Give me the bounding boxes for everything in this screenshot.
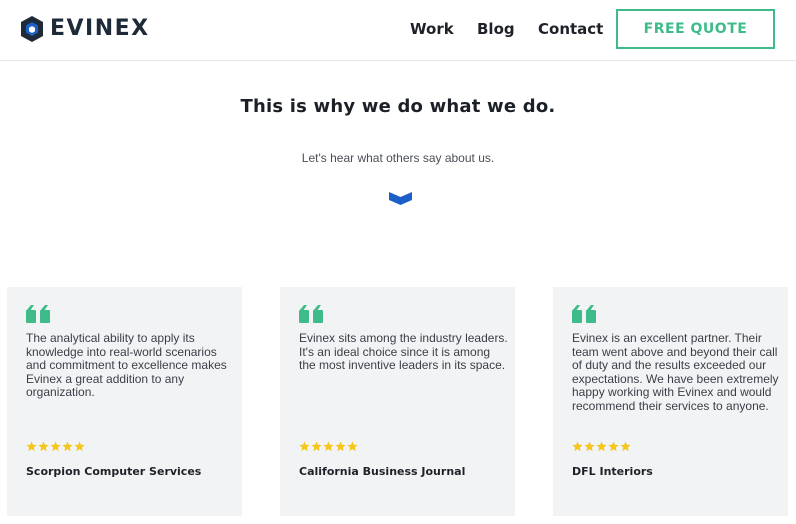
star-icon <box>572 441 583 452</box>
star-icon <box>299 441 310 452</box>
testimonial-text: Evinex sits among the industry leaders. … <box>299 331 508 372</box>
star-icon <box>335 441 346 452</box>
logo-link[interactable]: EVINEX <box>20 15 150 43</box>
testimonial-author: DFL Interiors <box>572 465 653 478</box>
star-icon <box>38 441 49 452</box>
nav-link-contact[interactable]: Contact <box>538 20 603 38</box>
free-quote-button[interactable]: FREE QUOTE <box>616 9 775 49</box>
quote-icon <box>299 305 324 323</box>
star-icon <box>347 441 358 452</box>
section-subtitle: Let's hear what others say about us. <box>301 151 495 165</box>
testimonial-card: Evinex sits among the industry leaders. … <box>280 287 515 516</box>
nav-link-work[interactable]: Work <box>410 20 454 38</box>
star-icon <box>62 441 73 452</box>
testimonial-text: The analytical ability to apply its know… <box>26 331 227 399</box>
testimonial-author: Scorpion Computer Services <box>26 465 202 478</box>
star-icon <box>26 441 37 452</box>
star-rating <box>299 441 358 452</box>
star-icon <box>620 441 631 452</box>
star-rating <box>572 441 631 452</box>
site-header: EVINEX Work Blog Contact FREE QUOTE <box>0 0 796 61</box>
section-title: This is why we do what we do. <box>240 96 556 117</box>
testimonial-card: The analytical ability to apply its know… <box>7 287 242 516</box>
star-icon <box>584 441 595 452</box>
testimonial-author: California Business Journal <box>299 465 466 478</box>
star-icon <box>311 441 322 452</box>
testimonial-card: Evinex is an excellent partner. Their te… <box>553 287 788 516</box>
star-icon <box>323 441 334 452</box>
star-icon <box>50 441 61 452</box>
star-icon <box>608 441 619 452</box>
testimonial-text: Evinex is an excellent partner. Their te… <box>572 331 779 413</box>
hexagon-logo-icon <box>21 16 43 42</box>
logo-text: EVINEX <box>50 16 150 41</box>
quote-icon <box>26 305 51 323</box>
star-icon <box>596 441 607 452</box>
star-rating <box>26 441 85 452</box>
chevron-down-icon[interactable] <box>389 188 412 205</box>
nav-link-blog[interactable]: Blog <box>477 20 515 38</box>
quote-icon <box>572 305 597 323</box>
star-icon <box>74 441 85 452</box>
